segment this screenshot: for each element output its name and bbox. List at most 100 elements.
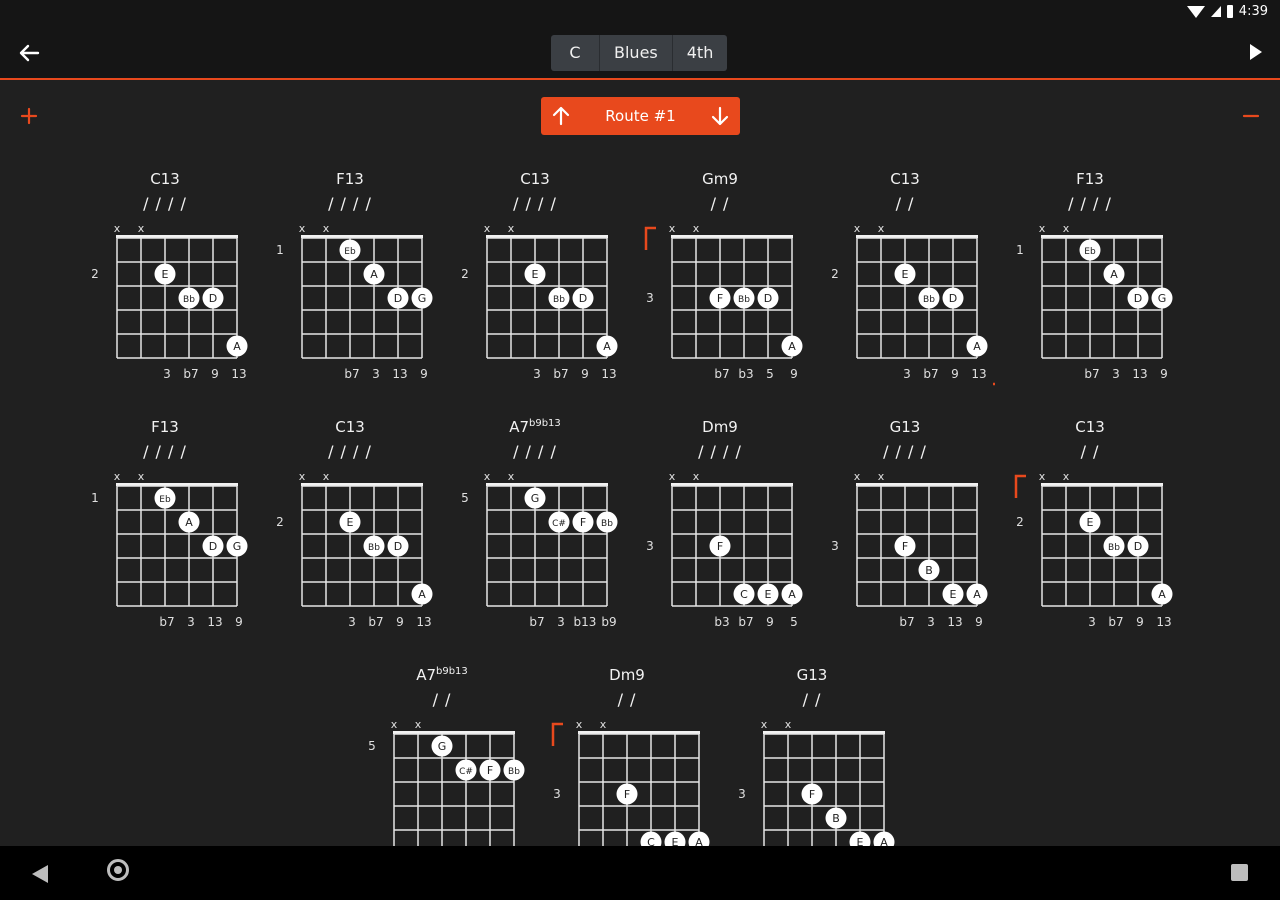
muted-string-marker: x bbox=[391, 718, 398, 731]
chord-diagram[interactable]: F13/ / / / x x 1 Eb A D Gb7 3 13 9 bbox=[75, 418, 255, 648]
interval-label: b7 bbox=[529, 615, 544, 629]
interval-label: 9 bbox=[1136, 615, 1144, 629]
play-icon[interactable] bbox=[1250, 44, 1262, 60]
repeat-start-bracket bbox=[551, 722, 563, 746]
route-label: Route #1 bbox=[605, 107, 676, 125]
chord-diagram[interactable]: C13/ / x x 2 E Bb D A 3 b7 9 13 bbox=[815, 170, 995, 400]
muted-string-marker: x bbox=[114, 470, 121, 483]
interval-label: 3 bbox=[927, 615, 935, 629]
route-selector: Route #1 bbox=[541, 97, 740, 135]
interval-label: 9 bbox=[951, 367, 959, 381]
interval-label: 3 bbox=[348, 615, 356, 629]
interval-label: 13 bbox=[207, 615, 222, 629]
interval-label: 13 bbox=[1156, 615, 1171, 629]
note-label: E bbox=[950, 588, 957, 601]
muted-string-marker: x bbox=[669, 222, 676, 235]
fretboard: x x 2 E Bb D A 3 b7 9 13 bbox=[461, 222, 618, 381]
chord-name: C13 bbox=[150, 170, 180, 188]
progression-button[interactable]: Blues bbox=[600, 35, 673, 71]
note-label: D bbox=[394, 292, 402, 305]
interval-label: 9 bbox=[396, 615, 404, 629]
muted-string-marker: x bbox=[600, 718, 607, 731]
interval-label: 9 bbox=[1160, 367, 1168, 381]
status-time: 4:39 bbox=[1238, 4, 1268, 19]
nav-recent-icon[interactable] bbox=[1231, 864, 1248, 881]
interval-label: 3 bbox=[372, 367, 380, 381]
interval-label: 13 bbox=[971, 367, 986, 381]
chord-diagram[interactable]: A7b9b13/ / / / x x 5 G C# F Bb b7 3 b13 b9 bbox=[445, 418, 625, 648]
fretboard: x x 2 E Bb D A 3 b7 9 13 bbox=[1014, 470, 1173, 629]
note-label: A bbox=[233, 340, 241, 353]
note-label: D bbox=[394, 540, 402, 553]
chord-diagram[interactable]: F13/ / / / x x 1 Eb A D Gb7 3 13 9 bbox=[260, 170, 440, 400]
note-label: D bbox=[1134, 292, 1142, 305]
repeat-start-bracket bbox=[1014, 474, 1026, 498]
interval-label: 3 bbox=[163, 367, 171, 381]
note-label: C bbox=[740, 588, 748, 601]
fretboard: x x 1 Eb A D Gb7 3 13 9 bbox=[276, 222, 433, 381]
muted-string-marker: x bbox=[1039, 470, 1046, 483]
muted-string-marker: x bbox=[138, 470, 145, 483]
muted-string-marker: x bbox=[854, 222, 861, 235]
interval-label: 13 bbox=[1132, 367, 1147, 381]
chord-diagram[interactable]: G13/ / / / x x 3 F B E Ab7 3 13 9 bbox=[815, 418, 995, 648]
muted-string-marker: x bbox=[299, 222, 306, 235]
repeat-end-bracket bbox=[993, 382, 995, 386]
chord-diagram[interactable]: C13/ / / / x x 2 E Bb D A 3 b7 9 13 bbox=[75, 170, 255, 400]
chord-diagram[interactable]: C13/ / x x 2 E Bb D A 3 b7 9 13 bbox=[1000, 418, 1180, 648]
nav-home-icon[interactable] bbox=[107, 859, 129, 881]
interval-label: 9 bbox=[420, 367, 428, 381]
plus-icon[interactable] bbox=[17, 104, 41, 128]
note-label: A bbox=[1158, 588, 1166, 601]
variant-button[interactable]: 4th bbox=[673, 35, 728, 71]
fretboard: x x 3 F C E Ab3 b7 9 5 bbox=[646, 470, 803, 629]
chord-name: G13 bbox=[796, 666, 828, 684]
arrow-left-icon[interactable] bbox=[14, 38, 44, 68]
note-label: D bbox=[209, 292, 217, 305]
chord-diagram[interactable]: C13/ / / / x x 2 E Bb D A 3 b7 9 13 bbox=[260, 418, 440, 648]
arrow-up-icon[interactable] bbox=[541, 97, 581, 135]
note-label: F bbox=[717, 292, 723, 305]
chord-name: G13 bbox=[889, 418, 921, 436]
wifi-icon bbox=[1186, 5, 1205, 18]
arrow-down-icon[interactable] bbox=[700, 97, 740, 135]
muted-string-marker: x bbox=[693, 222, 700, 235]
chord-diagram[interactable]: C13/ / / / x x 2 E Bb D A 3 b7 9 13 bbox=[445, 170, 625, 400]
note-label: A bbox=[418, 588, 426, 601]
interval-label: b7 bbox=[738, 615, 753, 629]
note-label: F bbox=[580, 516, 586, 529]
note-label: F bbox=[809, 788, 815, 801]
muted-string-marker: x bbox=[484, 222, 491, 235]
interval-label: 5 bbox=[766, 367, 774, 381]
interval-label: 3 bbox=[903, 367, 911, 381]
note-label: Eb bbox=[159, 495, 171, 505]
muted-string-marker: x bbox=[508, 470, 515, 483]
muted-string-marker: x bbox=[854, 470, 861, 483]
chord-diagram[interactable]: F13/ / / / x x 1 Eb A D Gb7 3 13 9 bbox=[1000, 170, 1180, 400]
minus-icon[interactable] bbox=[1239, 104, 1263, 128]
fret-number: 3 bbox=[553, 787, 561, 801]
chord-diagram[interactable]: Dm9/ / / / x x 3 F C E Ab3 b7 9 5 bbox=[630, 418, 810, 648]
interval-label: b7 bbox=[923, 367, 938, 381]
fret-number: 2 bbox=[91, 267, 99, 281]
key-button[interactable]: C bbox=[551, 35, 600, 71]
chord-diagram[interactable]: Gm9/ / x x 3 F Bb D Ab7 b3 5 9 bbox=[630, 170, 810, 400]
fret-number: 2 bbox=[1016, 515, 1024, 529]
chord-name: C13 bbox=[1075, 418, 1105, 436]
note-label: D bbox=[764, 292, 772, 305]
note-label: D bbox=[579, 292, 587, 305]
note-label: Eb bbox=[344, 247, 356, 257]
fret-number: 5 bbox=[368, 739, 376, 753]
interval-label: 9 bbox=[235, 615, 243, 629]
interval-label: 13 bbox=[231, 367, 246, 381]
note-label: G bbox=[418, 292, 427, 305]
nav-back-icon[interactable] bbox=[32, 865, 48, 883]
note-label: E bbox=[532, 268, 539, 281]
fret-number: 2 bbox=[461, 267, 469, 281]
muted-string-marker: x bbox=[323, 470, 330, 483]
interval-label: 3 bbox=[533, 367, 541, 381]
interval-label: b7 bbox=[183, 367, 198, 381]
note-label: A bbox=[788, 588, 796, 601]
fret-number: 1 bbox=[91, 491, 99, 505]
interval-label: b7 bbox=[159, 615, 174, 629]
